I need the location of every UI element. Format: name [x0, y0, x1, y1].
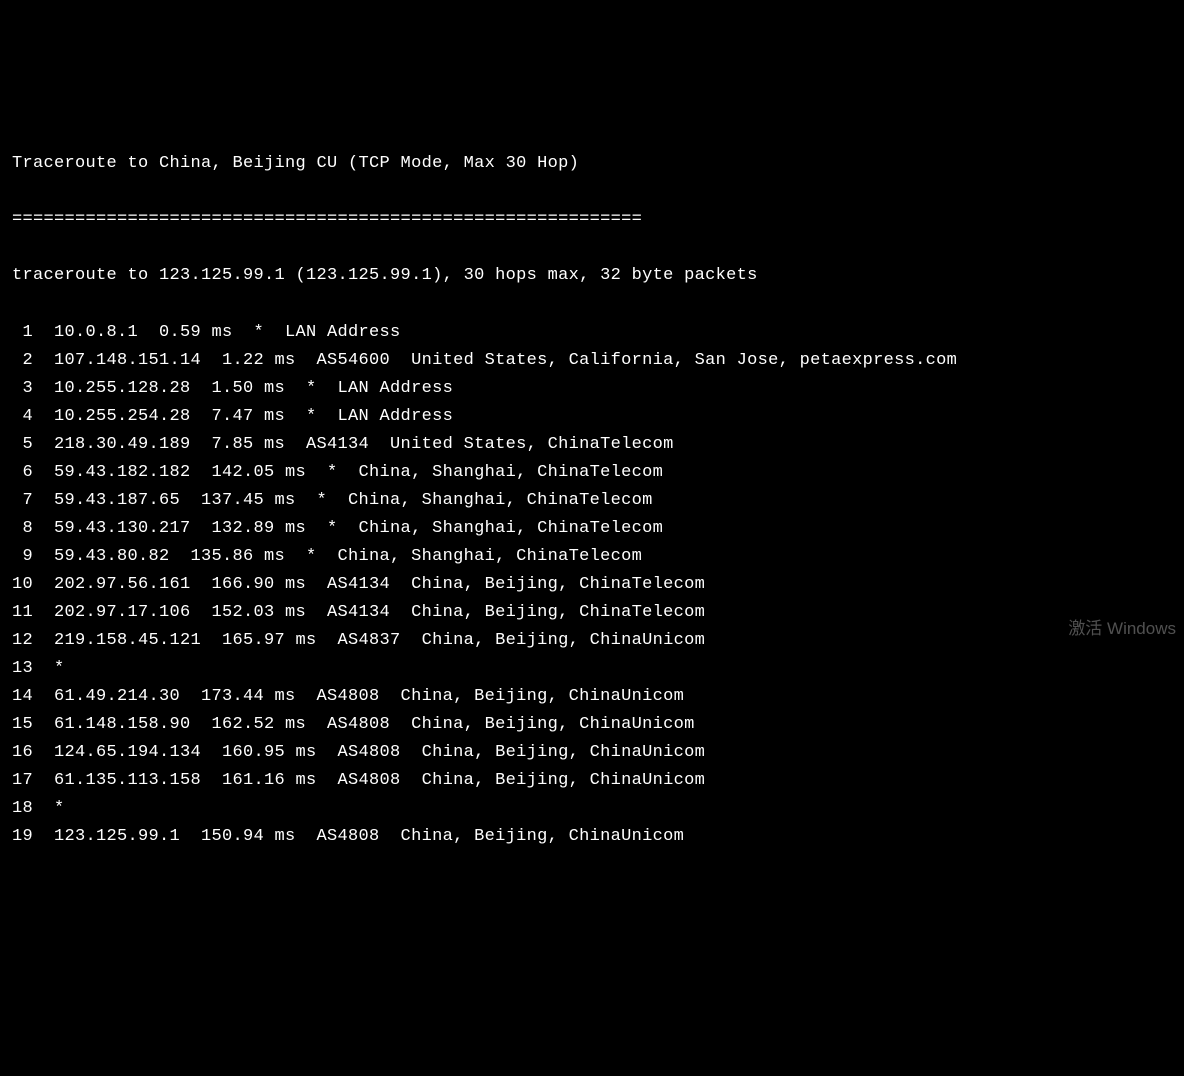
hop-row: 13 *: [12, 655, 1172, 683]
hop-row: 4 10.255.254.28 7.47 ms * LAN Address: [12, 403, 1172, 431]
hop-row: 11 202.97.17.106 152.03 ms AS4134 China,…: [12, 599, 1172, 627]
hop-row: 18 *: [12, 795, 1172, 823]
hop-row: 16 124.65.194.134 160.95 ms AS4808 China…: [12, 739, 1172, 767]
hops-list: 1 10.0.8.1 0.59 ms * LAN Address 2 107.1…: [12, 319, 1172, 852]
hop-row: 5 218.30.49.189 7.85 ms AS4134 United St…: [12, 431, 1172, 459]
hop-row: 10 202.97.56.161 166.90 ms AS4134 China,…: [12, 571, 1172, 599]
hop-row: 6 59.43.182.182 142.05 ms * China, Shang…: [12, 459, 1172, 487]
separator: ========================================…: [12, 206, 1172, 234]
hop-row: 1 10.0.8.1 0.59 ms * LAN Address: [12, 319, 1172, 347]
hop-row: 15 61.148.158.90 162.52 ms AS4808 China,…: [12, 711, 1172, 739]
hop-row: 17 61.135.113.158 161.16 ms AS4808 China…: [12, 767, 1172, 795]
windows-activation-watermark: 激活 Windows: [1068, 615, 1176, 643]
terminal-output: Traceroute to China, Beijing CU (TCP Mod…: [12, 122, 1172, 879]
hop-row: 14 61.49.214.30 173.44 ms AS4808 China, …: [12, 683, 1172, 711]
hop-row: 2 107.148.151.14 1.22 ms AS54600 United …: [12, 347, 1172, 375]
hop-row: 7 59.43.187.65 137.45 ms * China, Shangh…: [12, 487, 1172, 515]
hop-row: 8 59.43.130.217 132.89 ms * China, Shang…: [12, 515, 1172, 543]
traceroute-title: Traceroute to China, Beijing CU (TCP Mod…: [12, 150, 1172, 178]
hop-row: 19 123.125.99.1 150.94 ms AS4808 China, …: [12, 823, 1172, 851]
hop-row: 3 10.255.128.28 1.50 ms * LAN Address: [12, 375, 1172, 403]
traceroute-command: traceroute to 123.125.99.1 (123.125.99.1…: [12, 262, 1172, 290]
hop-row: 9 59.43.80.82 135.86 ms * China, Shangha…: [12, 543, 1172, 571]
